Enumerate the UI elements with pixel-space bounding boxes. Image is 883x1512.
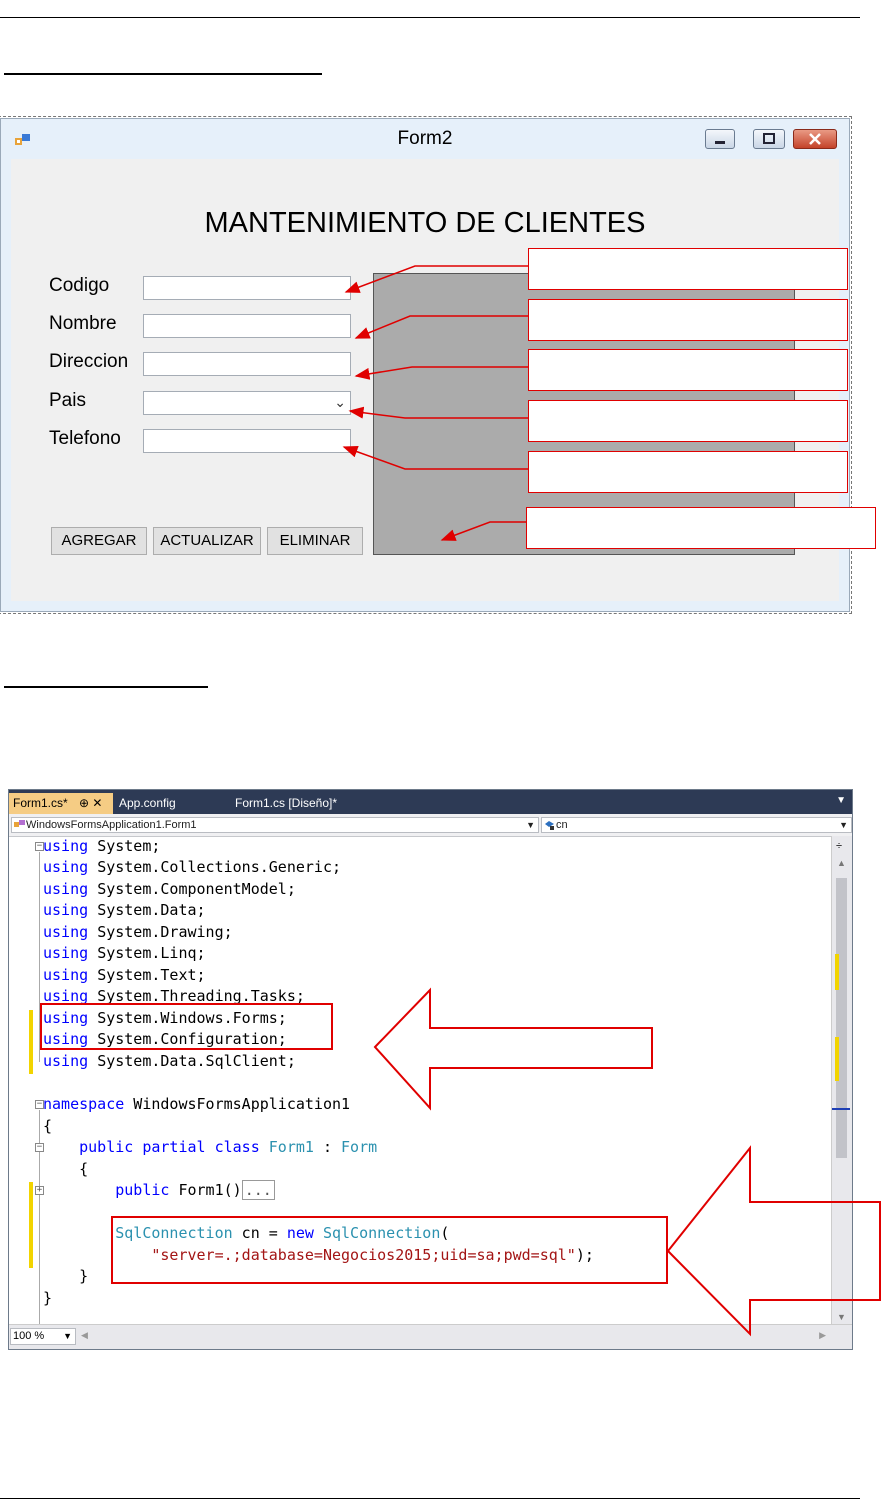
class-navigation-combo[interactable]: WindowsFormsApplication1.Form1 ▼	[11, 817, 539, 833]
code-keyword: using	[43, 901, 89, 919]
code-text: System.Data;	[97, 901, 206, 919]
code-keyword: using	[43, 880, 89, 898]
annotation-block-arrows	[373, 987, 881, 1337]
tab-label: Form1.cs*	[13, 796, 68, 810]
code-keyword: using	[43, 923, 89, 941]
nav-member-text: cn	[556, 819, 568, 831]
block-arrow-connection	[666, 1145, 881, 1337]
code-keyword: using	[43, 858, 89, 876]
tab-app-config[interactable]: App.config	[115, 793, 225, 814]
code-text: System.Drawing;	[97, 923, 233, 941]
arrow-telefono	[342, 445, 528, 470]
code-keyword: using	[43, 837, 89, 855]
section-heading-underline-2	[4, 686, 208, 688]
tab-form1-cs[interactable]: Form1.cs* ⊕ ✕	[9, 793, 113, 814]
code-text: System.ComponentModel;	[97, 880, 296, 898]
code-text: System.Collections.Generic;	[97, 858, 342, 876]
arrow-direccion	[354, 366, 528, 380]
nav-class-text: WindowsFormsApplication1.Form1	[26, 819, 197, 831]
arrow-codigo	[344, 265, 528, 293]
code-keyword: using	[43, 944, 89, 962]
tab-form1-design[interactable]: Form1.cs [Diseño]*	[231, 793, 357, 814]
navigation-bar: WindowsFormsApplication1.Form1 ▼ cn ▼	[9, 814, 852, 837]
chevron-down-icon: ▼	[526, 820, 535, 830]
pin-close-icon[interactable]: ⊕ ✕	[79, 796, 102, 810]
field-icon	[545, 821, 554, 830]
arrow-nombre	[354, 315, 528, 339]
code-text: System.Linq;	[97, 944, 206, 962]
arrow-pais	[348, 406, 528, 419]
class-icon	[14, 820, 25, 827]
block-arrow-usings	[373, 987, 653, 1111]
arrow-grid	[440, 521, 526, 541]
tab-dropdown-icon[interactable]: ▼	[836, 795, 846, 806]
member-navigation-combo[interactable]: cn ▼	[541, 817, 852, 833]
chevron-down-icon: ▼	[839, 820, 848, 830]
split-icon[interactable]: ÷	[836, 840, 842, 852]
scroll-up-icon[interactable]: ▲	[837, 858, 846, 868]
code-text: System;	[97, 837, 161, 855]
callout-arrows	[342, 265, 528, 541]
document-tabs: Form1.cs* ⊕ ✕ App.config Form1.cs [Diseñ…	[9, 790, 852, 814]
page-footer-rule	[0, 1498, 860, 1499]
